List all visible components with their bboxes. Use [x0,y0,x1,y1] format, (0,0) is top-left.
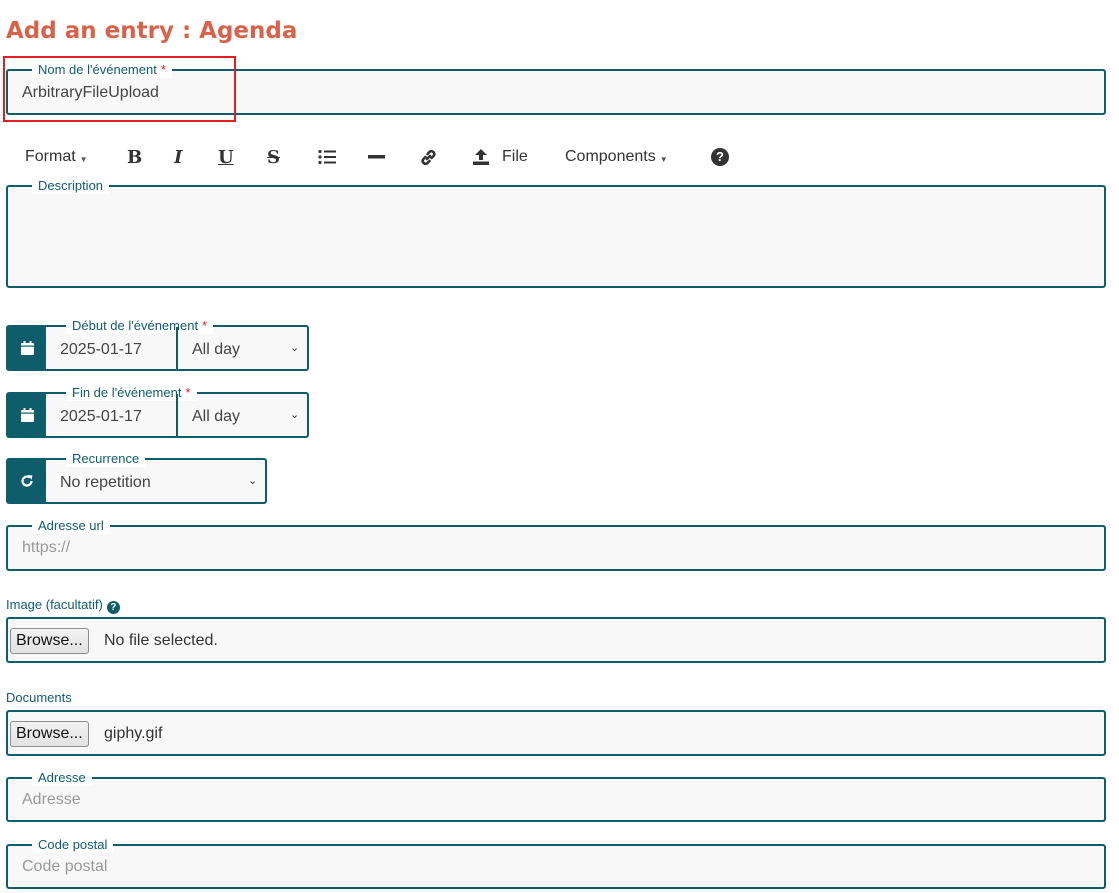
help-icon[interactable]: ? [106,601,120,614]
postal-code-legend: Code postal [32,837,114,853]
chevron-down-icon: ⌄ [248,475,258,487]
postal-code-field[interactable]: Code postal Code postal [6,837,1106,889]
start-date-box: Début de l'événement * 2025-01-17 All day… [46,318,309,371]
start-date-input[interactable]: 2025-01-17 [60,341,142,359]
recurrence-group: Recurrence No repetition ⌄ [6,451,267,504]
chevron-down-icon: ⌄ [290,409,300,421]
address-field[interactable]: Adresse Adresse [6,770,1106,822]
documents-file-input[interactable]: Browse... giphy.gif [6,710,1106,756]
end-date-box: Fin de l'événement * 2025-01-17 All day ⌄ [46,385,309,438]
recurrence-box: Recurrence No repetition ⌄ [46,451,267,504]
start-date-group: Début de l'événement * 2025-01-17 All day… [6,318,309,371]
event-name-field[interactable]: Nom de l'événement * ArbitraryFileUpload [6,62,1106,115]
event-name-legend: Nom de l'événement * [32,62,172,78]
chevron-down-icon: ⌄ [290,342,300,354]
calendar-icon[interactable] [6,392,48,438]
horizontal-rule-icon[interactable] [368,140,385,174]
image-file-status: No file selected. [104,632,218,649]
url-input[interactable]: https:// [22,539,70,557]
refresh-icon[interactable] [6,458,48,504]
end-date-input[interactable]: 2025-01-17 [60,408,142,426]
description-legend: Description [32,178,110,194]
end-time-select[interactable]: All day [192,408,240,426]
format-dropdown[interactable]: Format ▼ [25,140,88,174]
strikethrough-icon[interactable]: S [267,140,280,174]
end-date-group: Fin de l'événement * 2025-01-17 All day ⌄ [6,385,309,438]
start-time-select[interactable]: All day [192,341,240,359]
url-legend: Adresse url [32,518,110,534]
link-icon[interactable] [419,140,438,174]
file-upload-button[interactable]: File [472,140,528,174]
address-input[interactable]: Adresse [22,791,81,809]
image-browse-button[interactable]: Browse... [10,628,89,654]
event-name-input[interactable]: ArbitraryFileUpload [22,84,159,102]
page-title: Add an entry : Agenda [6,18,298,44]
documents-file-name: giphy.gif [104,725,163,742]
calendar-icon[interactable] [6,325,48,371]
postal-code-input[interactable]: Code postal [22,858,107,876]
help-icon[interactable]: ? [711,140,729,174]
upload-icon [472,148,490,166]
documents-label: Documents [6,690,72,705]
recurrence-legend: Recurrence [66,451,146,467]
editor-toolbar: Format ▼ B I U S File Components ▼ ? [0,140,1119,174]
url-field[interactable]: Adresse url https:// [6,518,1106,571]
italic-icon[interactable]: I [174,140,182,174]
bold-icon[interactable]: B [127,140,142,174]
image-file-input[interactable]: Browse... No file selected. [6,617,1106,663]
list-icon[interactable] [318,140,336,174]
recurrence-select[interactable]: No repetition [60,474,151,492]
image-label: Image (facultatif)? [6,597,120,614]
components-dropdown[interactable]: Components ▼ [565,140,668,174]
start-date-legend: Début de l'événement * [66,318,214,334]
description-field[interactable]: Description [6,178,1106,288]
underline-icon[interactable]: U [218,140,234,174]
documents-browse-button[interactable]: Browse... [10,721,89,747]
address-legend: Adresse [32,770,92,786]
